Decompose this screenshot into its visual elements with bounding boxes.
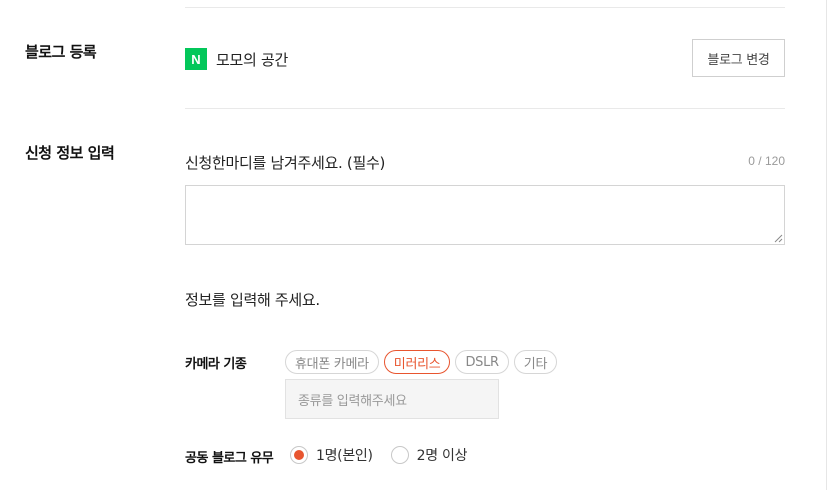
camera-type-label: 카메라 기종 bbox=[185, 357, 247, 372]
radio-unchecked-icon[interactable] bbox=[390, 446, 409, 464]
co-blog-option-single[interactable]: 1명(본인) bbox=[290, 445, 373, 465]
info-prompt: 정보를 입력해 주세요. bbox=[185, 291, 320, 309]
scroll-edge bbox=[826, 0, 827, 490]
application-info-label: 신청 정보 입력 bbox=[25, 144, 115, 162]
blog-application-form: 블로그 등록 N 모모의 공간 블로그 변경 신청 정보 입력 신청한마디를 남… bbox=[0, 0, 832, 490]
co-blog-label: 공동 블로그 유무 bbox=[185, 451, 274, 466]
change-blog-button[interactable]: 블로그 변경 bbox=[692, 39, 785, 77]
camera-type-input[interactable]: 종류를 입력해주세요 bbox=[285, 379, 499, 419]
comment-textarea[interactable] bbox=[185, 185, 785, 245]
camera-option-phone[interactable]: 휴대폰 카메라 bbox=[285, 350, 379, 374]
camera-option-other[interactable]: 기타 bbox=[513, 350, 558, 374]
blog-name: 모모의 공간 bbox=[216, 50, 288, 69]
section-divider bbox=[185, 108, 785, 109]
co-blog-option-multiple[interactable]: 2명 이상 bbox=[390, 445, 468, 465]
comment-label: 신청한마디를 남겨주세요. (필수) bbox=[185, 154, 386, 172]
co-blog-option-single-label: 1명(본인) bbox=[316, 448, 373, 464]
camera-type-options: 휴대폰 카메라 미러리스 DSLR 기타 bbox=[285, 350, 562, 374]
radio-dot bbox=[294, 450, 304, 460]
comment-char-count: 0 / 120 bbox=[748, 154, 785, 168]
blog-register-label: 블로그 등록 bbox=[25, 43, 97, 61]
co-blog-option-multiple-label: 2명 이상 bbox=[416, 448, 468, 464]
radio-checked-icon[interactable] bbox=[290, 446, 308, 464]
naver-blog-icon: N bbox=[185, 48, 207, 70]
camera-option-dslr[interactable]: DSLR bbox=[455, 350, 509, 374]
co-blog-radio-group: 1명(본인) 2명 이상 bbox=[290, 445, 485, 465]
camera-option-mirrorless[interactable]: 미러리스 bbox=[383, 350, 451, 374]
top-divider bbox=[185, 7, 785, 8]
resize-grip-icon[interactable] bbox=[774, 234, 783, 243]
registered-blog: N 모모의 공간 bbox=[185, 47, 288, 71]
